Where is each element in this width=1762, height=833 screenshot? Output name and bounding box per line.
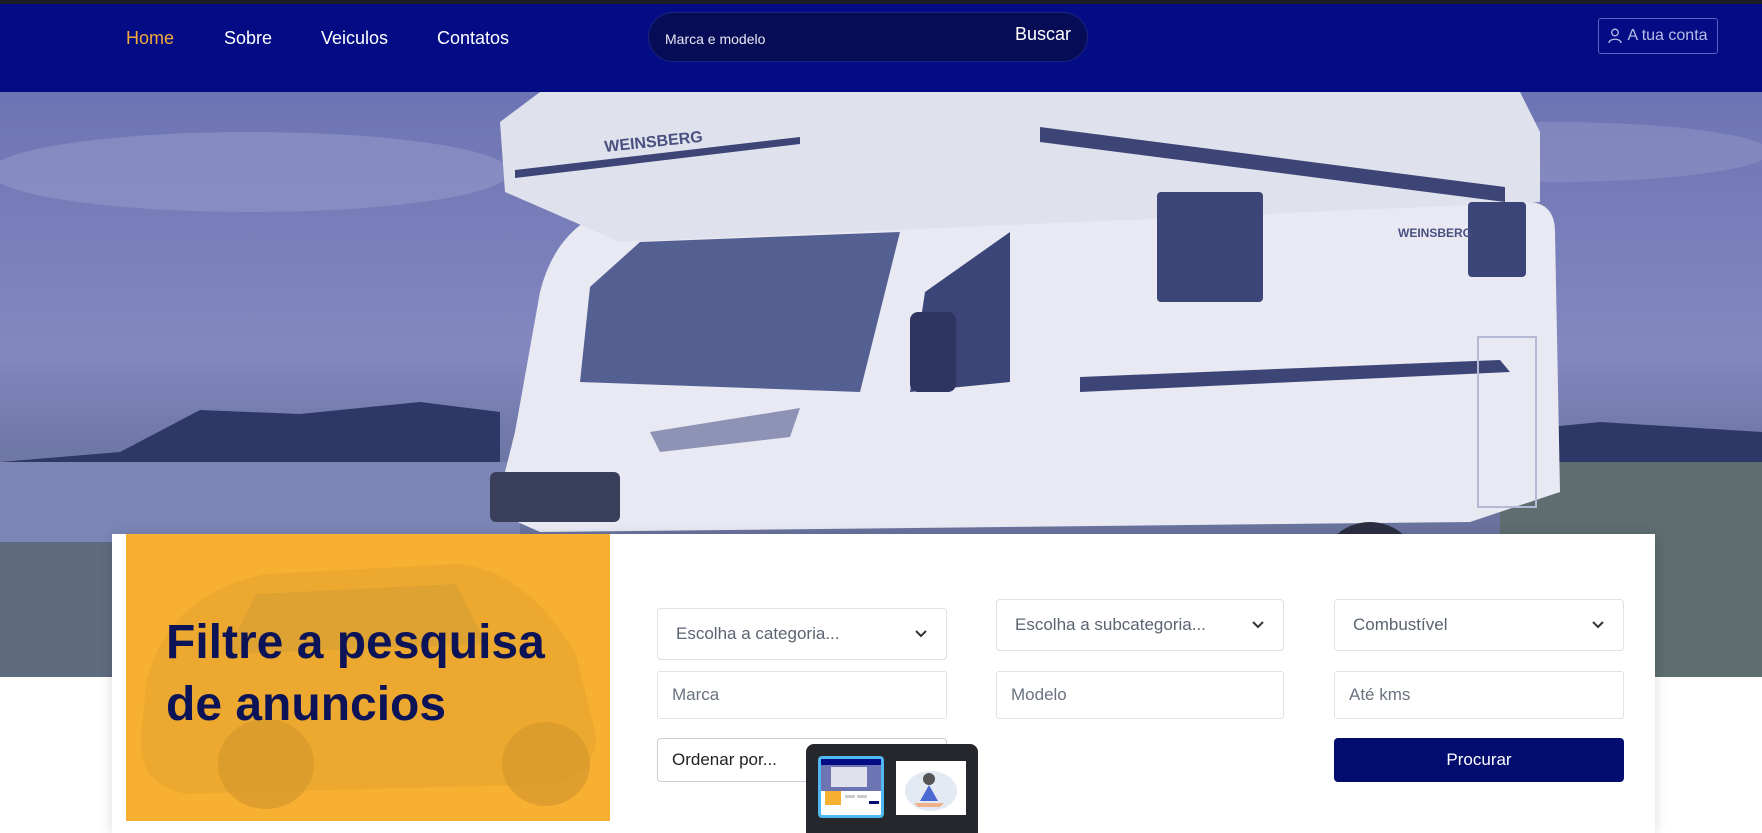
nav-link-home[interactable]: Home xyxy=(126,28,174,49)
chevron-down-icon xyxy=(1252,621,1264,629)
fuel-select[interactable]: Combustível xyxy=(1334,599,1624,651)
search-input[interactable] xyxy=(663,25,997,53)
brand-field[interactable] xyxy=(657,671,947,719)
category-select[interactable]: Escolha a categoria... xyxy=(657,608,947,660)
account-button[interactable]: A tua conta xyxy=(1598,18,1718,54)
chevron-down-icon xyxy=(915,630,927,638)
kms-field[interactable] xyxy=(1334,671,1624,719)
current-tab-thumbnail[interactable] xyxy=(818,756,884,818)
nav-link-contatos[interactable]: Contatos xyxy=(437,28,509,49)
account-label: A tua conta xyxy=(1627,27,1708,44)
nav-link-sobre[interactable]: Sobre xyxy=(224,28,272,49)
tab-switcher-popup xyxy=(806,744,978,833)
subcategory-select-label: Escolha a subcategoria... xyxy=(1015,615,1206,634)
fuel-select-label: Combustível xyxy=(1353,615,1448,634)
filter-promo-card: Filtre a pesquisa de anuncios xyxy=(126,534,610,821)
nav-link-veiculos[interactable]: Veiculos xyxy=(321,28,388,49)
user-icon xyxy=(1608,28,1623,44)
order-select-label: Ordenar por... xyxy=(672,750,777,769)
procurar-button[interactable]: Procurar xyxy=(1334,738,1624,782)
meditation-illustration-icon xyxy=(896,761,966,815)
subcategory-select[interactable]: Escolha a subcategoria... xyxy=(996,599,1284,651)
other-tab-thumbnail[interactable] xyxy=(896,761,966,815)
chevron-down-icon xyxy=(1592,621,1604,629)
search-bar: Buscar xyxy=(648,12,1088,62)
navbar: Home Sobre Veiculos Contatos Buscar A tu… xyxy=(0,4,1762,92)
model-field[interactable] xyxy=(996,671,1284,719)
category-select-label: Escolha a categoria... xyxy=(676,624,840,643)
vehicle-brand-text-side: WEINSBERG xyxy=(1398,226,1472,240)
page-preview-image xyxy=(821,759,881,815)
filter-title: Filtre a pesquisa de anuncios xyxy=(166,616,545,731)
search-button[interactable]: Buscar xyxy=(1015,24,1071,45)
